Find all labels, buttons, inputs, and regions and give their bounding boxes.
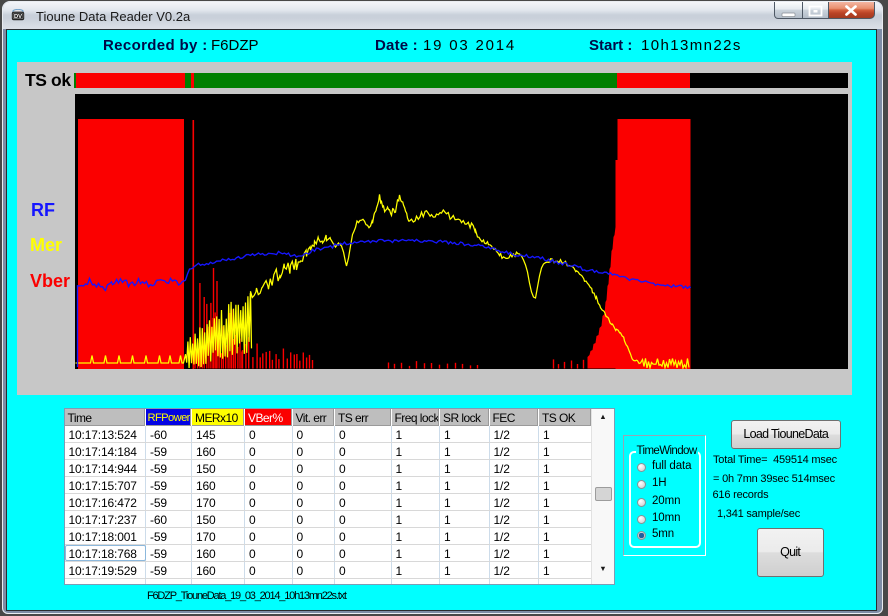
svg-text:DV: DV bbox=[14, 14, 22, 20]
